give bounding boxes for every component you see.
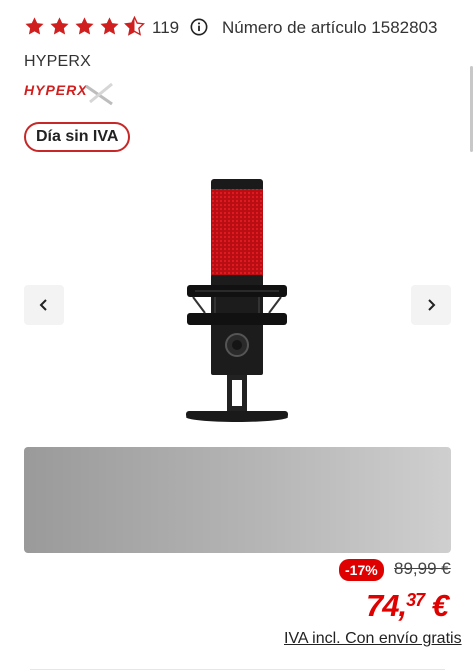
star-half-icon xyxy=(124,16,145,36)
discount-badge: -17% xyxy=(339,559,384,581)
star-icon xyxy=(50,17,69,35)
brand-logo[interactable]: HYPERX xyxy=(24,78,116,108)
promo-banner-placeholder[interactable] xyxy=(24,447,451,553)
day-without-vat-badge: Día sin IVA xyxy=(24,122,131,152)
article-number: Número de artículo 1582803 xyxy=(222,18,438,37)
price-cents: 37 xyxy=(406,590,425,610)
info-icon[interactable] xyxy=(190,18,208,36)
divider xyxy=(30,669,445,670)
star-icon xyxy=(25,17,44,35)
gallery-prev-button[interactable] xyxy=(24,285,64,325)
price-currency: € xyxy=(424,588,449,623)
rating-count[interactable]: 119 xyxy=(152,18,179,38)
chevron-left-icon xyxy=(39,299,47,311)
star-icon xyxy=(100,17,119,35)
star-icon xyxy=(75,17,94,35)
rating-stars[interactable] xyxy=(24,16,145,37)
badge-label: Día sin IVA xyxy=(36,128,119,145)
price-main: 74, xyxy=(366,588,407,623)
chevron-right-icon xyxy=(428,299,436,311)
old-price: 89,99 € xyxy=(394,559,451,578)
vat-shipping-link[interactable]: IVA incl. Con envío gratis xyxy=(284,630,462,648)
brand-logo-text: HYPERX xyxy=(24,82,88,98)
discount-label: -17% xyxy=(345,562,378,578)
gallery-next-button[interactable] xyxy=(411,285,451,325)
product-image-microphone xyxy=(186,179,288,422)
brand-name[interactable]: HYPERX xyxy=(24,53,91,71)
current-price: 74,37 € xyxy=(366,588,449,624)
scrollbar[interactable] xyxy=(470,66,473,152)
